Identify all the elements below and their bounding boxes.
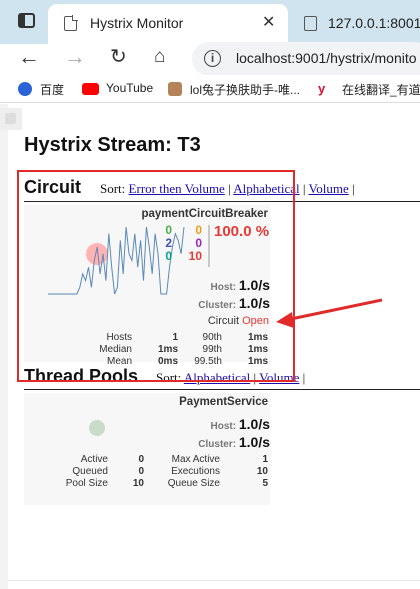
tab-hystrix-monitor[interactable]: Hystrix Monitor ✕: [48, 4, 288, 44]
host-label: Host:: [210, 421, 237, 432]
stat-queued-label: Queued: [72, 466, 108, 477]
thread-pool-health-circle: [89, 420, 105, 436]
host-rate-row: Host: 1.0/s: [211, 416, 270, 432]
sidebar-toggle-icon[interactable]: [0, 108, 22, 130]
youdao-icon: y: [318, 82, 332, 96]
tab-strip: Hystrix Monitor ✕ 127.0.0.1:8001/pa: [0, 0, 420, 44]
page-favicon-icon: [64, 15, 78, 31]
thread-pool-name: PaymentService: [179, 396, 268, 408]
thread-pool-card: PaymentService Host: 1.0/s Cluster: 1.0/…: [24, 393, 270, 505]
highlight-box: [17, 170, 295, 382]
window-menu-icon[interactable]: [18, 13, 35, 28]
tab-title: 127.0.0.1:8001/pa: [328, 15, 420, 31]
site-info-icon[interactable]: i: [204, 50, 221, 67]
stat-active-value: 0: [138, 454, 144, 465]
cluster-rate-row: Cluster: 1.0/s: [198, 434, 270, 450]
youtube-icon: [82, 83, 99, 95]
stat-pool-size-value: 10: [132, 478, 144, 489]
stat-max-active-value: 1: [262, 454, 268, 465]
reload-icon[interactable]: ↻: [110, 44, 127, 70]
home-icon[interactable]: ⌂: [154, 44, 165, 70]
cluster-rate: 1.0/s: [238, 434, 270, 450]
stat-active-label: Active: [80, 454, 108, 465]
bookmark-lol[interactable]: lol兔子换肤助手-唯...: [190, 81, 300, 98]
address-text: localhost:9001/hystrix/monito: [236, 50, 417, 66]
page-left-gutter: [0, 104, 8, 589]
stat-pool-size-label: Pool Size: [65, 478, 108, 489]
sort-separator: |: [352, 181, 355, 196]
page-bottom-line: [8, 580, 420, 581]
bookmark-youdao[interactable]: 在线翻译_有道: [342, 81, 420, 98]
sort-separator: |: [302, 181, 306, 196]
page-title: Hystrix Stream: T3: [24, 134, 201, 156]
bookmark-baidu[interactable]: 百度: [40, 81, 64, 98]
cluster-label: Cluster:: [198, 439, 237, 450]
back-arrow-icon[interactable]: ←: [18, 44, 40, 70]
thread-pools-divider: [24, 389, 420, 390]
stat-executions-label: Executions: [171, 466, 220, 477]
rabbit-icon: [168, 82, 182, 96]
forward-arrow-icon[interactable]: →: [64, 44, 86, 70]
close-icon[interactable]: ✕: [262, 12, 275, 32]
stat-executions-value: 10: [256, 466, 268, 477]
address-bar[interactable]: i localhost:9001/hystrix/monito: [192, 42, 420, 76]
stat-queue-size-value: 5: [262, 478, 268, 489]
page-favicon-icon: [304, 16, 317, 31]
bookmarks-bar: 百度 YouTube lol兔子换肤助手-唯... y 在线翻译_有道: [0, 75, 420, 103]
host-rate: 1.0/s: [238, 416, 270, 432]
sort-volume-link[interactable]: Volume: [309, 181, 349, 196]
bookmark-youtube[interactable]: YouTube: [106, 81, 153, 95]
stat-queue-size-label: Queue Size: [167, 478, 220, 489]
stat-max-active-label: Max Active: [171, 454, 220, 465]
baidu-paw-icon: [18, 82, 32, 96]
tab-127-0-0-1[interactable]: 127.0.0.1:8001/pa: [298, 4, 420, 40]
sort-separator: |: [302, 370, 306, 385]
navigation-bar: ← → ↻ ⌂ i localhost:9001/hystrix/monito: [0, 42, 420, 76]
tab-title: Hystrix Monitor: [90, 15, 184, 31]
stat-queued-value: 0: [138, 466, 144, 477]
